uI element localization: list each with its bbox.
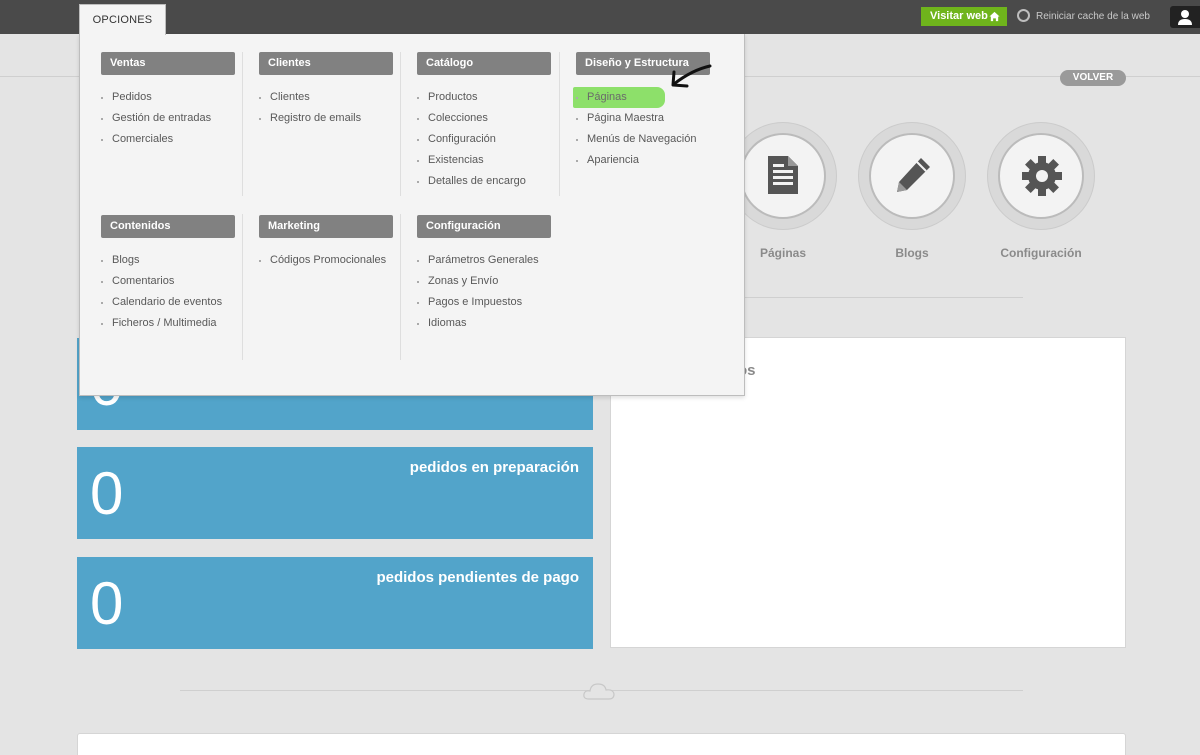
menu-group-title: Marketing: [259, 215, 393, 238]
user-icon: [1178, 10, 1192, 25]
menu-item-comentarios[interactable]: Comentarios: [101, 271, 235, 292]
menu-group-title: Configuración: [417, 215, 551, 238]
home-icon: [989, 11, 1000, 22]
menu-item-codigos-promocionales[interactable]: Códigos Promocionales: [259, 250, 393, 271]
back-button[interactable]: VOLVER: [1060, 70, 1126, 86]
menu-item-configuracion-catalogo[interactable]: Configuración: [417, 129, 551, 150]
menu-item-pedidos[interactable]: Pedidos: [101, 87, 235, 108]
visit-web-label: Visitar web: [930, 10, 988, 22]
menu-item-registro-emails[interactable]: Registro de emails: [259, 108, 393, 129]
column-divider: [400, 214, 401, 360]
menu-group-title: Clientes: [259, 52, 393, 75]
menu-item-parametros-generales[interactable]: Parámetros Generales: [417, 250, 551, 271]
column-divider: [400, 52, 401, 196]
menu-item-clientes[interactable]: Clientes: [259, 87, 393, 108]
shortcut-blogs-label: Blogs: [895, 246, 929, 260]
refresh-icon: [1017, 9, 1030, 22]
cloud-icon: [583, 683, 615, 700]
stat-number: 0: [90, 570, 124, 637]
menu-group-marketing: Marketing Códigos Promocionales: [259, 215, 393, 271]
menu-item-apariencia[interactable]: Apariencia: [576, 150, 710, 171]
menu-group-catalogo: Catálogo Productos Colecciones Configura…: [417, 52, 551, 192]
visit-web-button[interactable]: Visitar web: [921, 7, 1007, 26]
stat-label: pedidos pendientes de pago: [376, 569, 579, 586]
menu-group-clientes: Clientes Clientes Registro de emails: [259, 52, 393, 129]
menu-item-comerciales[interactable]: Comerciales: [101, 129, 235, 150]
document-icon: [768, 156, 798, 194]
user-menu-button[interactable]: [1170, 6, 1200, 28]
menu-group-ventas: Ventas Pedidos Gestión de entradas Comer…: [101, 52, 235, 150]
menu-item-paginas[interactable]: Páginas: [573, 87, 665, 108]
column-divider: [242, 214, 243, 360]
menu-item-blogs[interactable]: Blogs: [101, 250, 235, 271]
bottom-panel: [77, 733, 1126, 755]
shortcut-configuration[interactable]: [987, 122, 1095, 230]
menu-item-productos[interactable]: Productos: [417, 87, 551, 108]
menu-item-existencias[interactable]: Existencias: [417, 150, 551, 171]
stat-box-orders-preparing[interactable]: 0 pedidos en preparación: [77, 447, 593, 539]
menu-item-ficheros-multimedia[interactable]: Ficheros / Multimedia: [101, 313, 235, 334]
options-tab[interactable]: OPCIONES: [79, 4, 166, 35]
shortcut-blogs[interactable]: [858, 122, 966, 230]
gear-icon: [1022, 156, 1062, 196]
shortcut-pages[interactable]: [729, 122, 837, 230]
menu-group-configuracion: Configuración Parámetros Generales Zonas…: [417, 215, 551, 334]
menu-item-idiomas[interactable]: Idiomas: [417, 313, 551, 334]
shortcut-configuration-label: Configuración: [1000, 246, 1082, 260]
menu-group-contenidos: Contenidos Blogs Comentarios Calendario …: [101, 215, 235, 334]
top-bar: Visitar web Reiniciar cache de la web: [0, 0, 1200, 34]
options-dropdown-menu: Ventas Pedidos Gestión de entradas Comer…: [79, 34, 745, 396]
annotation-arrow-icon: [671, 64, 712, 88]
menu-item-calendario-eventos[interactable]: Calendario de eventos: [101, 292, 235, 313]
column-divider: [559, 52, 560, 196]
section-divider: [730, 297, 1023, 298]
reset-cache-label: Reiniciar cache de la web: [1036, 11, 1150, 22]
menu-item-pagina-maestra[interactable]: Página Maestra: [576, 108, 710, 129]
menu-group-title: Ventas: [101, 52, 235, 75]
menu-group-title: Catálogo: [417, 52, 551, 75]
menu-item-pagos-impuestos[interactable]: Pagos e Impuestos: [417, 292, 551, 313]
pencil-icon: [897, 158, 930, 192]
stat-label: pedidos en preparación: [409, 459, 579, 476]
menu-item-detalles-encargo[interactable]: Detalles de encargo: [417, 171, 551, 192]
menu-item-colecciones[interactable]: Colecciones: [417, 108, 551, 129]
stat-box-orders-pending-payment[interactable]: 0 pedidos pendientes de pago: [77, 557, 593, 649]
reset-cache-link[interactable]: Reiniciar cache de la web: [1017, 9, 1150, 25]
menu-group-title: Contenidos: [101, 215, 235, 238]
column-divider: [242, 52, 243, 196]
menu-item-gestion-entradas[interactable]: Gestión de entradas: [101, 108, 235, 129]
menu-item-menus-navegacion[interactable]: Menús de Navegación: [576, 129, 710, 150]
stat-number: 0: [90, 460, 124, 527]
menu-item-zonas-envio[interactable]: Zonas y Envío: [417, 271, 551, 292]
